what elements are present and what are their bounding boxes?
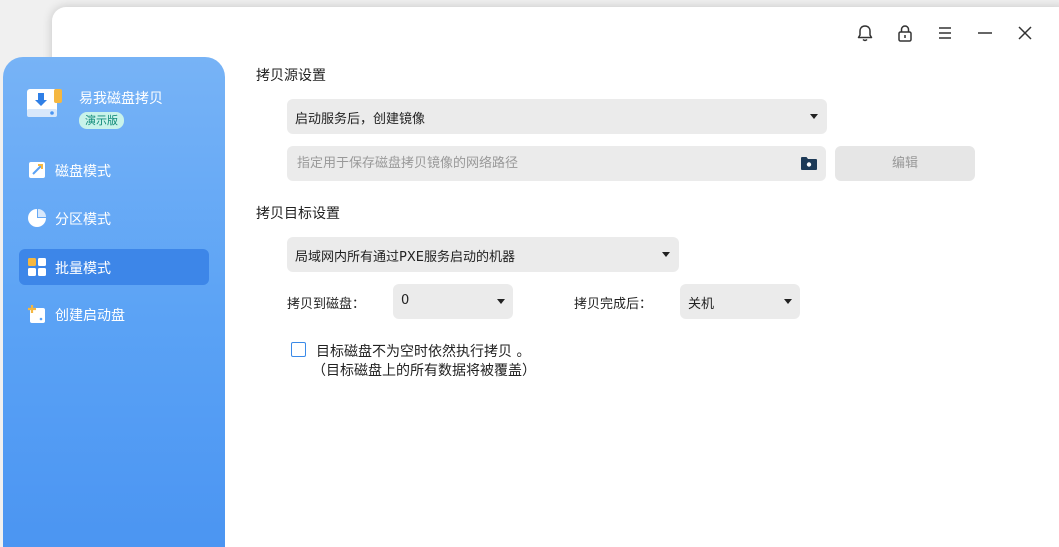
grid-icon <box>28 258 46 276</box>
chevron-down-icon <box>784 299 792 304</box>
source-section-title: 拷贝源设置 <box>256 68 326 84</box>
sidebar-item-label: 创建启动盘 <box>55 308 125 324</box>
sidebar-item-label: 批量模式 <box>55 261 111 277</box>
sidebar-item-partition-mode[interactable]: 分区模式 <box>19 200 209 236</box>
sidebar-item-disk-mode[interactable]: 磁盘模式 <box>19 152 209 188</box>
boot-disk-plus-icon <box>28 305 45 323</box>
target-machines-select[interactable]: 局域网内所有通过PXE服务启动的机器 <box>287 237 679 272</box>
sidebar-item-label: 分区模式 <box>55 212 111 228</box>
minimize-icon[interactable] <box>975 23 995 43</box>
target-disk-select[interactable]: 0 <box>393 284 513 319</box>
lock-icon[interactable] <box>895 23 915 43</box>
pie-chart-icon <box>28 209 46 227</box>
copy-to-disk-label: 拷贝到磁盘： <box>287 297 366 312</box>
overwrite-warning-text: （目标磁盘上的所有数据将被覆盖） <box>312 363 536 379</box>
sidebar-item-create-boot-disk[interactable]: 创建启动盘 <box>19 296 209 332</box>
disk-mode-icon <box>29 162 45 178</box>
close-icon[interactable] <box>1015 23 1035 43</box>
source-mode-select[interactable]: 启动服务后，创建镜像 <box>287 99 827 134</box>
chevron-down-icon <box>662 252 670 257</box>
target-disk-value: 0 <box>401 293 410 308</box>
folder-browse-icon[interactable] <box>800 155 818 171</box>
menu-icon[interactable] <box>935 23 955 43</box>
network-path-input[interactable] <box>287 146 826 181</box>
after-copy-select[interactable]: 关机 <box>680 284 800 319</box>
source-mode-value: 启动服务后，创建镜像 <box>295 112 426 127</box>
edit-button[interactable]: 编辑 <box>835 146 975 181</box>
target-section-title: 拷贝目标设置 <box>256 206 340 222</box>
app-logo-icon <box>27 89 62 117</box>
target-machines-value: 局域网内所有通过PXE服务启动的机器 <box>295 250 515 265</box>
sidebar-item-batch-mode[interactable]: 批量模式 <box>19 249 209 285</box>
overwrite-checkbox-label: 目标磁盘不为空时依然执行拷贝 。 <box>316 344 531 360</box>
app-name: 易我磁盘拷贝 <box>79 91 163 107</box>
overwrite-nonempty-checkbox[interactable] <box>291 342 306 357</box>
chevron-down-icon <box>497 299 505 304</box>
chevron-down-icon <box>810 114 818 119</box>
after-copy-value: 关机 <box>688 297 715 312</box>
bell-icon[interactable] <box>855 23 875 43</box>
demo-badge: 演示版 <box>79 112 124 129</box>
after-copy-label: 拷贝完成后： <box>574 297 653 312</box>
sidebar: 易我磁盘拷贝 演示版 磁盘模式 分区模式 批量模式 创建启动盘 <box>3 57 225 547</box>
sidebar-item-label: 磁盘模式 <box>55 164 111 180</box>
